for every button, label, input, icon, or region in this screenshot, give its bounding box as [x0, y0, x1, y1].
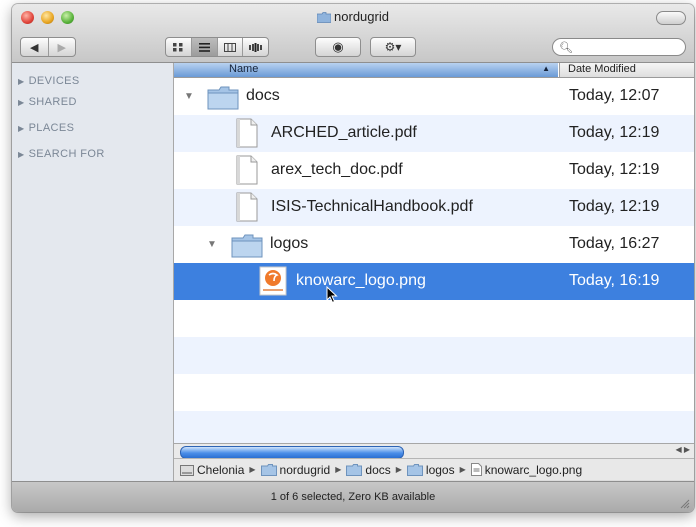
path-item-label: knowarc_logo.png — [484, 462, 583, 477]
png-image-icon — [259, 266, 287, 296]
date-modified: Today, 16:19 — [569, 272, 660, 289]
forward-button[interactable]: ▶ — [49, 41, 76, 54]
column-header: Name ▲ Date Modified — [174, 63, 694, 78]
toolbar-toggle-button[interactable] — [656, 11, 686, 25]
folder-icon — [406, 463, 423, 476]
search-input[interactable] — [571, 40, 679, 55]
column-view-button[interactable] — [218, 38, 244, 56]
image-file-icon — [470, 463, 482, 476]
sidebar-section-shared[interactable]: ▶ SHARED — [18, 96, 77, 108]
path-separator-icon: ▶ — [395, 465, 402, 474]
column-view-icon — [223, 42, 236, 52]
path-item-label: nordugrid — [279, 462, 331, 477]
disclosure-triangle-icon: ▶ — [18, 98, 25, 107]
quick-look-button[interactable]: ◉ — [315, 37, 361, 57]
back-forward-control: ◀ ▶ — [20, 37, 76, 57]
disclosure-triangle-icon: ▶ — [18, 150, 25, 159]
view-mode-control — [165, 37, 269, 57]
date-modified: Today, 12:19 — [569, 124, 660, 141]
finder-window: nordugrid ◀ ▶ ◉ ⚙▾ 🔍︎ ▶ DEVICES ▶ SHARED… — [12, 4, 694, 512]
back-button[interactable]: ◀ — [21, 41, 48, 54]
mouse-pointer-icon — [326, 286, 338, 304]
pdf-document-icon — [236, 118, 258, 148]
disk-icon — [180, 464, 194, 476]
empty-row — [174, 411, 694, 443]
folder-icon — [317, 12, 332, 23]
list-item[interactable]: ISIS-TechnicalHandbook.pdf Today, 12:19 — [174, 189, 694, 226]
resize-grip-icon[interactable] — [680, 499, 690, 509]
date-column-label: Date Modified — [568, 63, 636, 75]
folder-icon — [346, 463, 363, 476]
disclosure-triangle-icon: ▶ — [18, 77, 25, 86]
path-item-knowarc-logo[interactable]: knowarc_logo.png — [470, 462, 583, 477]
list-item[interactable]: arex_tech_doc.pdf Today, 12:19 — [174, 152, 694, 189]
window-title-text: nordugrid — [334, 9, 389, 24]
path-separator-icon: ▶ — [249, 465, 256, 474]
path-item-docs[interactable]: docs — [346, 462, 391, 477]
file-name: ARCHED_article.pdf — [271, 124, 417, 141]
name-column-header[interactable]: Name ▲ — [174, 63, 558, 77]
path-item-chelonia[interactable]: Chelonia — [180, 463, 244, 477]
path-item-label: docs — [365, 462, 391, 477]
sidebar-section-label: PLACES — [28, 122, 75, 134]
folder-icon — [207, 86, 239, 110]
path-item-nordugrid[interactable]: nordugrid — [260, 462, 331, 477]
path-separator-icon: ▶ — [335, 465, 342, 474]
icon-view-button[interactable] — [166, 38, 192, 56]
empty-row — [174, 337, 694, 374]
disclosure-triangle-icon[interactable]: ▼ — [207, 239, 217, 250]
list-item[interactable]: ▼ logos Today, 16:27 — [174, 226, 694, 263]
disclosure-triangle-icon[interactable]: ▼ — [184, 91, 194, 102]
path-item-label: Chelonia — [197, 462, 245, 477]
path-item-logos[interactable]: logos — [406, 462, 455, 477]
path-separator-icon: ▶ — [459, 465, 466, 474]
action-menu-button[interactable]: ⚙▾ — [370, 37, 416, 57]
list-item[interactable]: ▼ docs Today, 12:07 — [174, 78, 694, 115]
folder-icon — [231, 234, 263, 258]
file-name: docs — [246, 87, 280, 104]
pdf-document-icon — [236, 192, 258, 222]
date-column-header[interactable]: Date Modified — [559, 63, 694, 77]
sidebar: ▶ DEVICES ▶ SHARED ▶ PLACES ▶ SEARCH FOR — [12, 63, 174, 481]
list-item[interactable]: knowarc_logo.png Today, 16:19 — [174, 263, 694, 300]
date-modified: Today, 12:19 — [569, 161, 660, 178]
path-item-label: logos — [425, 462, 455, 477]
file-list: Name ▲ Date Modified ▼ docs Today, 12:07 — [174, 63, 694, 443]
pdf-document-icon — [236, 155, 258, 185]
scroll-arrows-icon[interactable]: ◀ ▶ — [675, 445, 690, 454]
coverflow-view-icon — [249, 42, 263, 52]
disclosure-triangle-icon: ▶ — [18, 124, 25, 133]
eye-icon: ◉ — [332, 39, 344, 54]
status-text: 1 of 6 selected, Zero KB available — [270, 491, 436, 503]
sort-ascending-icon: ▲ — [542, 64, 550, 73]
file-name: knowarc_logo.png — [296, 272, 426, 289]
gear-icon: ⚙▾ — [384, 40, 402, 54]
search-field[interactable]: 🔍︎ — [552, 38, 686, 56]
file-name: arex_tech_doc.pdf — [271, 161, 403, 178]
sidebar-section-devices[interactable]: ▶ DEVICES — [18, 75, 80, 87]
coverflow-view-button[interactable] — [243, 38, 268, 56]
sidebar-section-label: DEVICES — [28, 75, 80, 87]
date-modified: Today, 12:07 — [569, 87, 660, 104]
name-column-label: Name — [229, 63, 259, 75]
window-title: nordugrid — [12, 9, 694, 24]
sidebar-section-search-for[interactable]: ▶ SEARCH FOR — [18, 148, 105, 160]
date-modified: Today, 16:27 — [569, 235, 660, 252]
file-name: logos — [270, 235, 309, 252]
sidebar-section-label: SHARED — [28, 96, 77, 108]
list-view-icon — [198, 42, 210, 52]
sidebar-section-label: SEARCH FOR — [28, 148, 105, 160]
title-bar: nordugrid ◀ ▶ ◉ ⚙▾ 🔍︎ — [12, 4, 694, 63]
date-modified: Today, 12:19 — [569, 198, 660, 215]
file-name: ISIS-TechnicalHandbook.pdf — [271, 198, 473, 215]
path-bar: Chelonia ▶ nordugrid ▶ docs ▶ logos ▶ kn… — [174, 458, 694, 480]
list-view-button[interactable] — [191, 38, 218, 56]
horizontal-scrollbar[interactable]: ◀ ▶ — [174, 443, 694, 459]
sidebar-section-places[interactable]: ▶ PLACES — [18, 122, 74, 134]
status-bar: 1 of 6 selected, Zero KB available — [12, 481, 694, 512]
folder-icon — [260, 463, 277, 476]
list-item[interactable]: ARCHED_article.pdf Today, 12:19 — [174, 115, 694, 152]
icon-view-icon — [173, 42, 183, 51]
